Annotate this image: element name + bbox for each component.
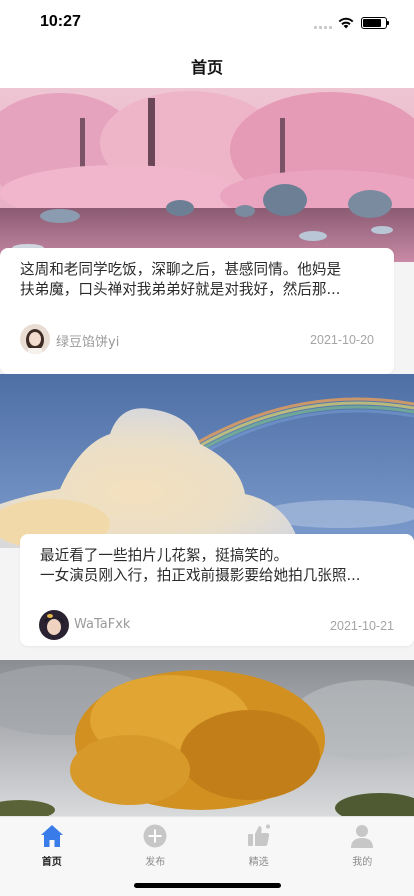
post-image-pink-blossom-lake[interactable] [0, 88, 414, 262]
status-bar: 10:27 [0, 0, 414, 44]
post-content: 最近看了一些拍片儿花絮，挺搞笑的。 一女演员刚入行，拍正戏前摄影要给她拍几张照.… [40, 546, 400, 586]
plus-circle-icon [143, 824, 167, 848]
tab-publish[interactable]: 发布 [104, 823, 208, 871]
post-feed[interactable]: 这周和老同学吃饭，深聊之后，甚感同情。他妈是 扶弟魔，口头禅对我弟弟好就是对我好… [0, 88, 414, 816]
tab-label: 我的 [352, 857, 373, 868]
home-indicator[interactable] [134, 883, 281, 888]
post-item[interactable]: 最近看了一些拍片儿花絮，挺搞笑的。 一女演员刚入行，拍正戏前摄影要给她拍几张照.… [0, 374, 414, 660]
post-date: 2021-10-21 [330, 619, 394, 633]
tab-label: 首页 [41, 857, 62, 868]
post-text-line: 一女演员刚入行，拍正戏前摄影要给她拍几张照... [40, 567, 361, 584]
status-time: 10:27 [40, 13, 81, 30]
wifi-icon [338, 17, 354, 29]
author-name[interactable]: WaTaFxk [74, 617, 130, 632]
person-icon [351, 825, 374, 848]
post-card[interactable]: 最近看了一些拍片儿花絮，挺搞笑的。 一女演员刚入行，拍正戏前摄影要给她拍几张照.… [20, 534, 414, 646]
tab-label: 精选 [248, 857, 269, 868]
avatar[interactable] [39, 610, 69, 640]
post-image-cloud-rainbow-sky[interactable] [0, 374, 414, 548]
tab-label: 发布 [145, 857, 166, 868]
post-content: 这周和老同学吃饭，深聊之后，甚感同情。他妈是 扶弟魔，口头禅对我弟弟好就是对我好… [20, 260, 380, 300]
page-title: 首页 [190, 58, 223, 77]
thumbs-up-icon [247, 824, 270, 846]
navigation-bar: 首页 [0, 44, 414, 88]
post-text-line: 扶弟魔，口头禅对我弟弟好就是对我好，然后那... [20, 281, 341, 298]
post-date: 2021-10-20 [310, 333, 374, 347]
post-text-line: 这周和老同学吃饭，深聊之后，甚感同情。他妈是 [20, 261, 342, 278]
tab-mine[interactable]: 我的 [311, 823, 414, 871]
post-text-line: 最近看了一些拍片儿花絮，挺搞笑的。 [40, 547, 289, 564]
post-card[interactable]: 这周和老同学吃饭，深聊之后，甚感同情。他妈是 扶弟魔，口头禅对我弟弟好就是对我好… [0, 248, 394, 374]
home-icon [40, 825, 63, 847]
author-name[interactable]: 绿豆馅饼yi [56, 331, 119, 350]
screen: 10:27 首页 这周和老同学吃饭，深聊之后，甚感同情。他妈是 扶弟魔，口头禅对… [0, 0, 414, 896]
battery-icon [361, 17, 389, 29]
tab-featured[interactable]: 精选 [207, 823, 311, 871]
avatar[interactable] [20, 324, 50, 354]
tab-home[interactable]: 首页 [0, 823, 104, 871]
cellular-signal-icon [314, 26, 332, 30]
post-item[interactable] [0, 660, 414, 816]
post-image-autumn-golden-tree[interactable] [0, 660, 414, 816]
post-item[interactable]: 这周和老同学吃饭，深聊之后，甚感同情。他妈是 扶弟魔，口头禅对我弟弟好就是对我好… [0, 88, 414, 374]
